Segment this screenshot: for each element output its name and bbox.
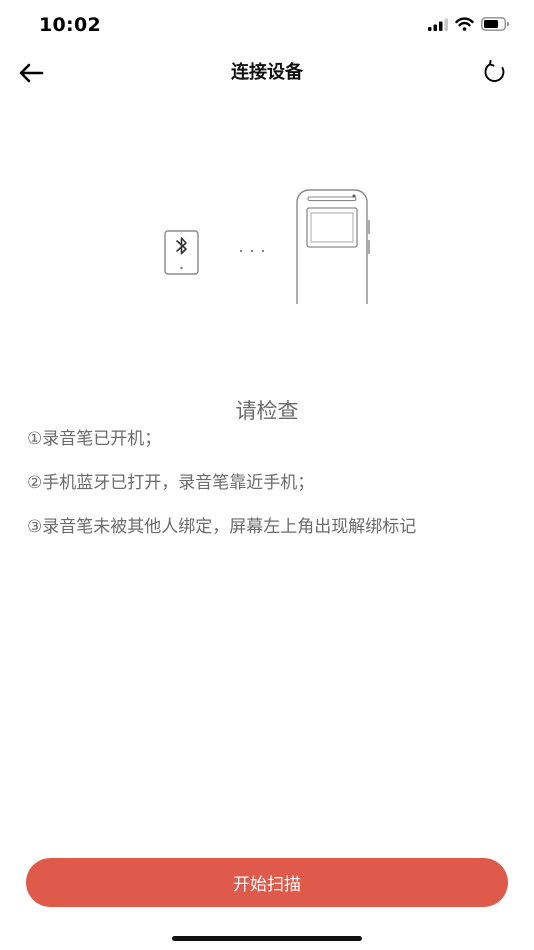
status-time: 10:02 <box>39 14 101 36</box>
refresh-button[interactable] <box>478 55 512 89</box>
connection-illustration <box>160 186 374 306</box>
phone-illustration <box>164 230 199 275</box>
signal-icon <box>428 18 448 31</box>
start-scan-button[interactable]: 开始扫描 <box>26 858 508 907</box>
wifi-icon <box>455 17 474 31</box>
connecting-dots <box>239 249 265 253</box>
battery-icon <box>481 17 510 31</box>
nav-bar: 连接设备 <box>0 50 534 94</box>
instruction-item: ③录音笔未被其他人绑定，屏幕左上角出现解绑标记 <box>27 517 417 537</box>
recorder-illustration <box>296 189 370 304</box>
status-icons <box>428 17 510 31</box>
home-indicator <box>172 936 362 941</box>
instruction-item: ②手机蓝牙已打开，录音笔靠近手机； <box>27 473 315 493</box>
status-bar: 10:02 <box>0 0 534 50</box>
check-title: 请检查 <box>235 399 299 423</box>
page-title: 连接设备 <box>231 62 303 83</box>
refresh-icon <box>484 59 505 82</box>
instruction-item: ①录音笔已开机； <box>27 429 162 449</box>
instruction-list: ①录音笔已开机； ②手机蓝牙已打开，录音笔靠近手机； ③录音笔未被其他人绑定，屏… <box>27 428 517 538</box>
